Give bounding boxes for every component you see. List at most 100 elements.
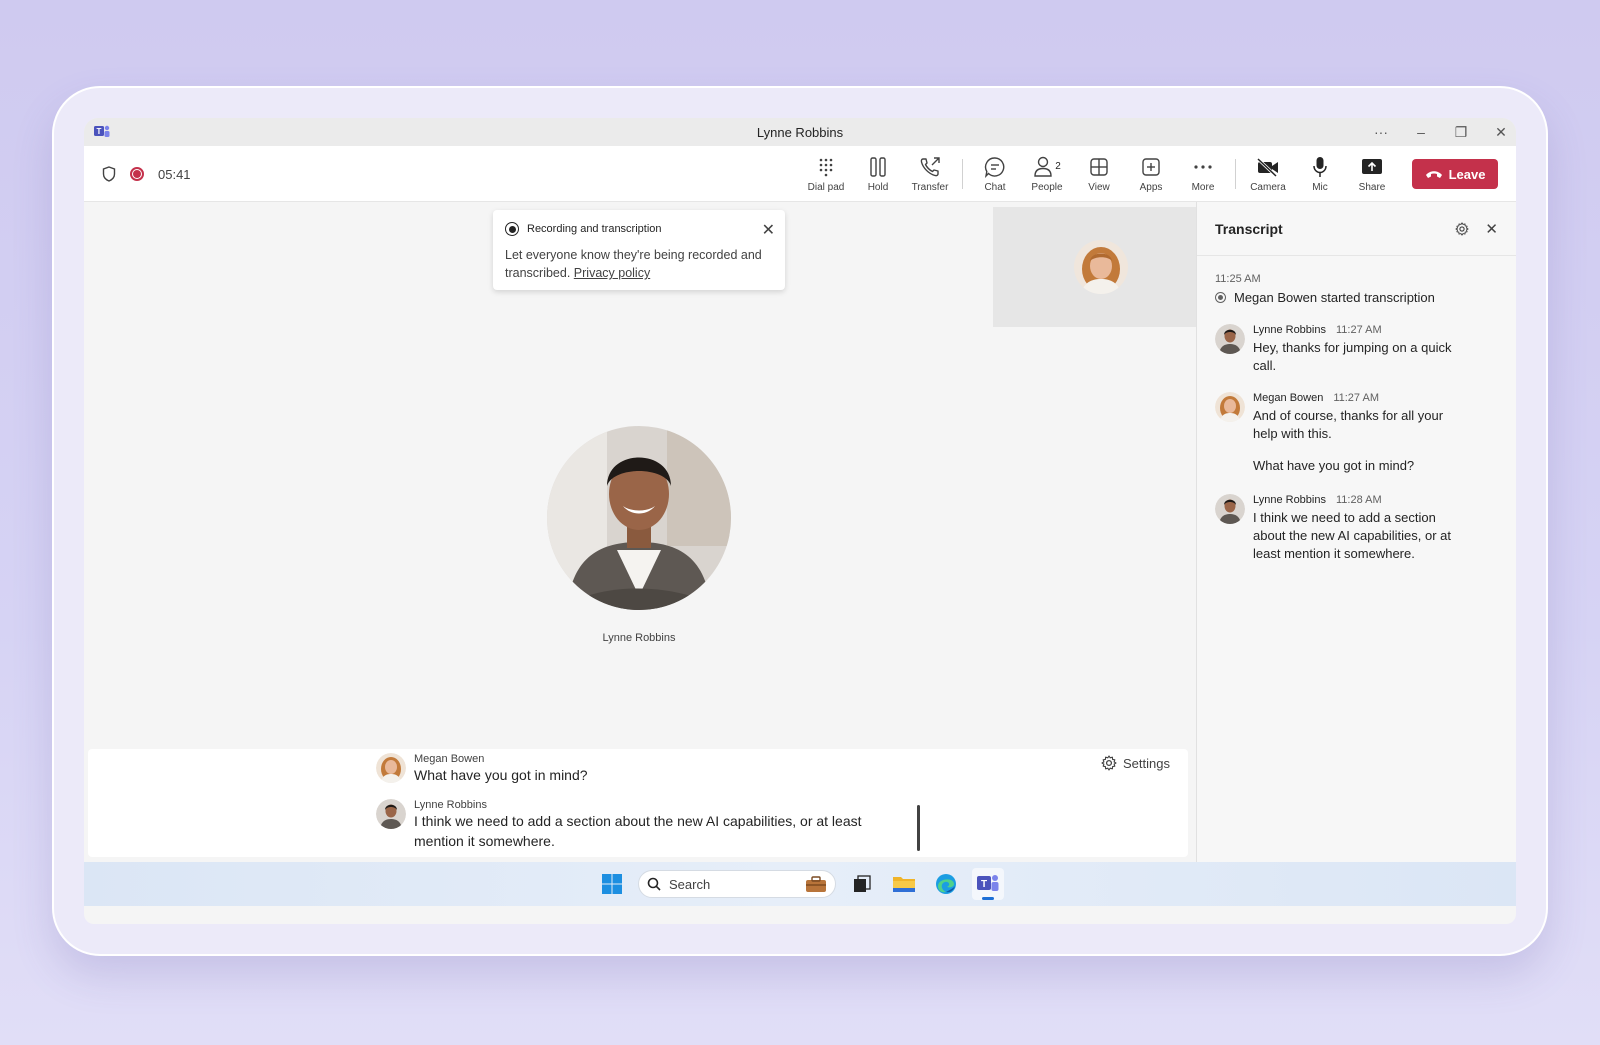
people-button[interactable]: 2 People xyxy=(1021,146,1073,202)
title-bar: T Lynne Robbins ··· – ❐ ✕ xyxy=(84,118,1516,146)
restore-icon[interactable]: ❐ xyxy=(1454,124,1468,141)
avatar xyxy=(1215,324,1245,354)
caption-item: Megan Bowen What have you got in mind? xyxy=(376,753,874,785)
entry-time: 11:27 AM xyxy=(1333,392,1379,404)
transfer-button[interactable]: Transfer xyxy=(904,146,956,202)
avatar xyxy=(376,753,406,783)
entry-text: I think we need to add a section about t… xyxy=(1253,510,1452,561)
toolbar-divider-2 xyxy=(1235,159,1236,189)
transcript-event-text: Megan Bowen started transcription xyxy=(1234,290,1435,305)
edge-button[interactable] xyxy=(930,868,962,900)
transcript-start-time: 11:25 AM xyxy=(1215,273,1261,285)
avatar xyxy=(1215,494,1245,524)
call-toolbar: 05:41 Dial pad Hold Transfer Chat 2 Peop… xyxy=(84,146,1516,202)
caption-speaker: Lynne Robbins xyxy=(414,799,487,811)
mic-button[interactable]: Mic xyxy=(1294,146,1346,202)
recording-indicator-icon xyxy=(130,167,144,181)
settings-label: Settings xyxy=(1123,755,1170,771)
avatar xyxy=(1215,392,1245,422)
camera-button[interactable]: Camera xyxy=(1242,146,1294,202)
search-icon xyxy=(647,877,661,891)
camera-label: Camera xyxy=(1250,181,1286,193)
entry-text: And of course, thanks for all your help … xyxy=(1253,408,1444,441)
recording-icon xyxy=(505,222,519,236)
minimize-icon[interactable]: – xyxy=(1414,124,1428,140)
more-options-icon[interactable]: ··· xyxy=(1374,124,1388,140)
start-button[interactable] xyxy=(596,868,628,900)
people-label: People xyxy=(1031,181,1063,193)
entry-time: 11:27 AM xyxy=(1335,324,1382,336)
captions-settings-button[interactable]: Settings xyxy=(1101,755,1170,771)
shield-icon[interactable] xyxy=(102,166,116,182)
chat-label: Chat xyxy=(984,181,1006,193)
privacy-policy-link[interactable]: Privacy policy xyxy=(574,266,650,280)
more-button[interactable]: More xyxy=(1177,146,1229,202)
toolbar-divider xyxy=(962,159,963,189)
view-label: View xyxy=(1088,181,1110,193)
live-captions: Megan Bowen What have you got in mind? L… xyxy=(88,749,1188,857)
mic-label: Mic xyxy=(1312,181,1328,193)
dialpad-label: Dial pad xyxy=(807,181,845,193)
caption-speaker: Megan Bowen xyxy=(414,753,485,765)
chat-icon xyxy=(984,156,1005,178)
entry-text-continued: What have you got in mind? xyxy=(1253,458,1415,473)
hang-up-icon xyxy=(1425,171,1442,178)
edge-browser-icon xyxy=(936,874,956,894)
dialpad-button[interactable]: Dial pad xyxy=(800,146,852,202)
transcript-entry: Lynne Robbins 11:27 AM Hey, thanks for ju… xyxy=(1215,324,1463,375)
teams-taskbar-button[interactable]: T xyxy=(972,868,1004,900)
gear-icon[interactable] xyxy=(1455,221,1470,236)
share-label: Share xyxy=(1358,181,1386,193)
view-icon xyxy=(1090,157,1108,176)
briefcase-icon xyxy=(806,876,826,892)
call-timer: 05:41 xyxy=(158,166,191,182)
entry-time: 11:28 AM xyxy=(1335,494,1382,506)
search-placeholder: Search xyxy=(669,876,711,892)
transfer-label: Transfer xyxy=(911,181,949,193)
leave-button[interactable]: Leave xyxy=(1412,159,1498,189)
participant-name: Lynne Robbins xyxy=(602,632,676,644)
leave-label: Leave xyxy=(1448,166,1486,182)
svg-text:T: T xyxy=(97,127,102,136)
close-icon[interactable]: ✕ xyxy=(762,220,775,240)
mic-icon xyxy=(1313,156,1327,177)
close-icon[interactable]: ✕ xyxy=(1494,124,1508,141)
transcript-entry: Lynne Robbins 11:28 AM I think we need to… xyxy=(1215,494,1463,563)
taskbar-search[interactable]: Search xyxy=(638,870,836,898)
self-view-tile[interactable] xyxy=(993,207,1209,327)
call-stage: Recording and transcription ✕ Let everyo… xyxy=(84,202,1209,862)
gear-icon xyxy=(1101,755,1117,771)
file-explorer-button[interactable] xyxy=(888,868,920,900)
apps-label: Apps xyxy=(1139,181,1163,193)
recording-icon xyxy=(1215,292,1226,303)
hold-button[interactable]: Hold xyxy=(852,146,904,202)
apps-button[interactable]: Apps xyxy=(1125,146,1177,202)
chat-button[interactable]: Chat xyxy=(969,146,1021,202)
view-button[interactable]: View xyxy=(1073,146,1125,202)
transcript-entry: Megan Bowen 11:27 AM And of course, thank… xyxy=(1215,392,1463,443)
captions-scrollbar[interactable] xyxy=(917,805,920,851)
dialpad-icon xyxy=(819,158,833,176)
close-icon[interactable]: ✕ xyxy=(1485,220,1498,238)
teams-logo-icon: T xyxy=(94,125,110,137)
more-icon xyxy=(1194,164,1212,169)
transcript-title: Transcript xyxy=(1215,220,1283,237)
share-button[interactable]: Share xyxy=(1346,146,1398,202)
caption-text: I think we need to add a section about t… xyxy=(414,813,862,849)
task-view-icon xyxy=(854,875,871,892)
svg-text:T: T xyxy=(981,879,987,890)
windows-taskbar: Search T xyxy=(84,862,1516,906)
task-view-button[interactable] xyxy=(846,868,878,900)
teams-window: T Lynne Robbins ··· – ❐ ✕ 05:41 Dial pad xyxy=(84,118,1516,924)
people-count-badge: 2 xyxy=(1055,161,1061,172)
recording-notice-title: Recording and transcription xyxy=(527,223,662,235)
camera-off-icon xyxy=(1256,157,1278,177)
participant-avatar xyxy=(547,426,731,610)
folder-icon xyxy=(893,877,915,892)
recording-notice: Recording and transcription ✕ Let everyo… xyxy=(493,210,785,290)
share-icon xyxy=(1362,158,1382,174)
hold-label: Hold xyxy=(867,181,889,193)
transfer-icon xyxy=(920,156,940,176)
windows-logo-icon xyxy=(602,874,622,894)
active-indicator xyxy=(982,897,994,900)
